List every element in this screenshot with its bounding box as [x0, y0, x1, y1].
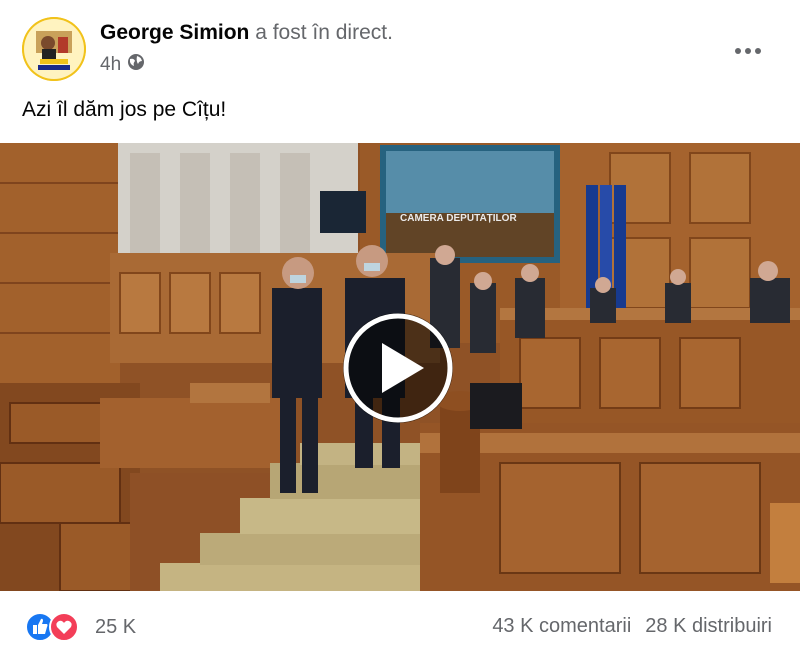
reactions-summary[interactable]: 25 K	[25, 612, 136, 642]
author-avatar[interactable]	[22, 17, 86, 81]
love-icon	[49, 612, 79, 642]
globe-icon[interactable]	[127, 53, 145, 77]
reactions-count[interactable]: 25 K	[95, 616, 136, 639]
post-timestamp[interactable]: 4h	[100, 54, 121, 76]
post-caption: Azi îl dăm jos pe Cîțu!	[22, 98, 227, 121]
shares-count[interactable]: 28 K distribuiri	[645, 615, 772, 638]
more-options-icon[interactable]	[734, 35, 762, 61]
post-footer: 25 K 43 K comentarii 28 K distribuiri	[0, 592, 800, 662]
post-header: George Simion a fost în direct. 4h	[22, 17, 780, 81]
video-player[interactable]: CAMERA DEPUTAȚILOR	[0, 143, 800, 591]
author-line: George Simion a fost în direct.	[100, 21, 393, 45]
post-meta: 4h	[100, 53, 145, 77]
author-name[interactable]: George Simion	[100, 21, 249, 44]
play-icon[interactable]	[343, 313, 453, 423]
feed-post: George Simion a fost în direct. 4h Azi î…	[0, 0, 800, 662]
comments-count[interactable]: 43 K comentarii	[492, 615, 631, 638]
engagement-counts: 43 K comentarii 28 K distribuiri	[492, 615, 772, 638]
post-action-text: a fost în direct.	[255, 21, 393, 44]
